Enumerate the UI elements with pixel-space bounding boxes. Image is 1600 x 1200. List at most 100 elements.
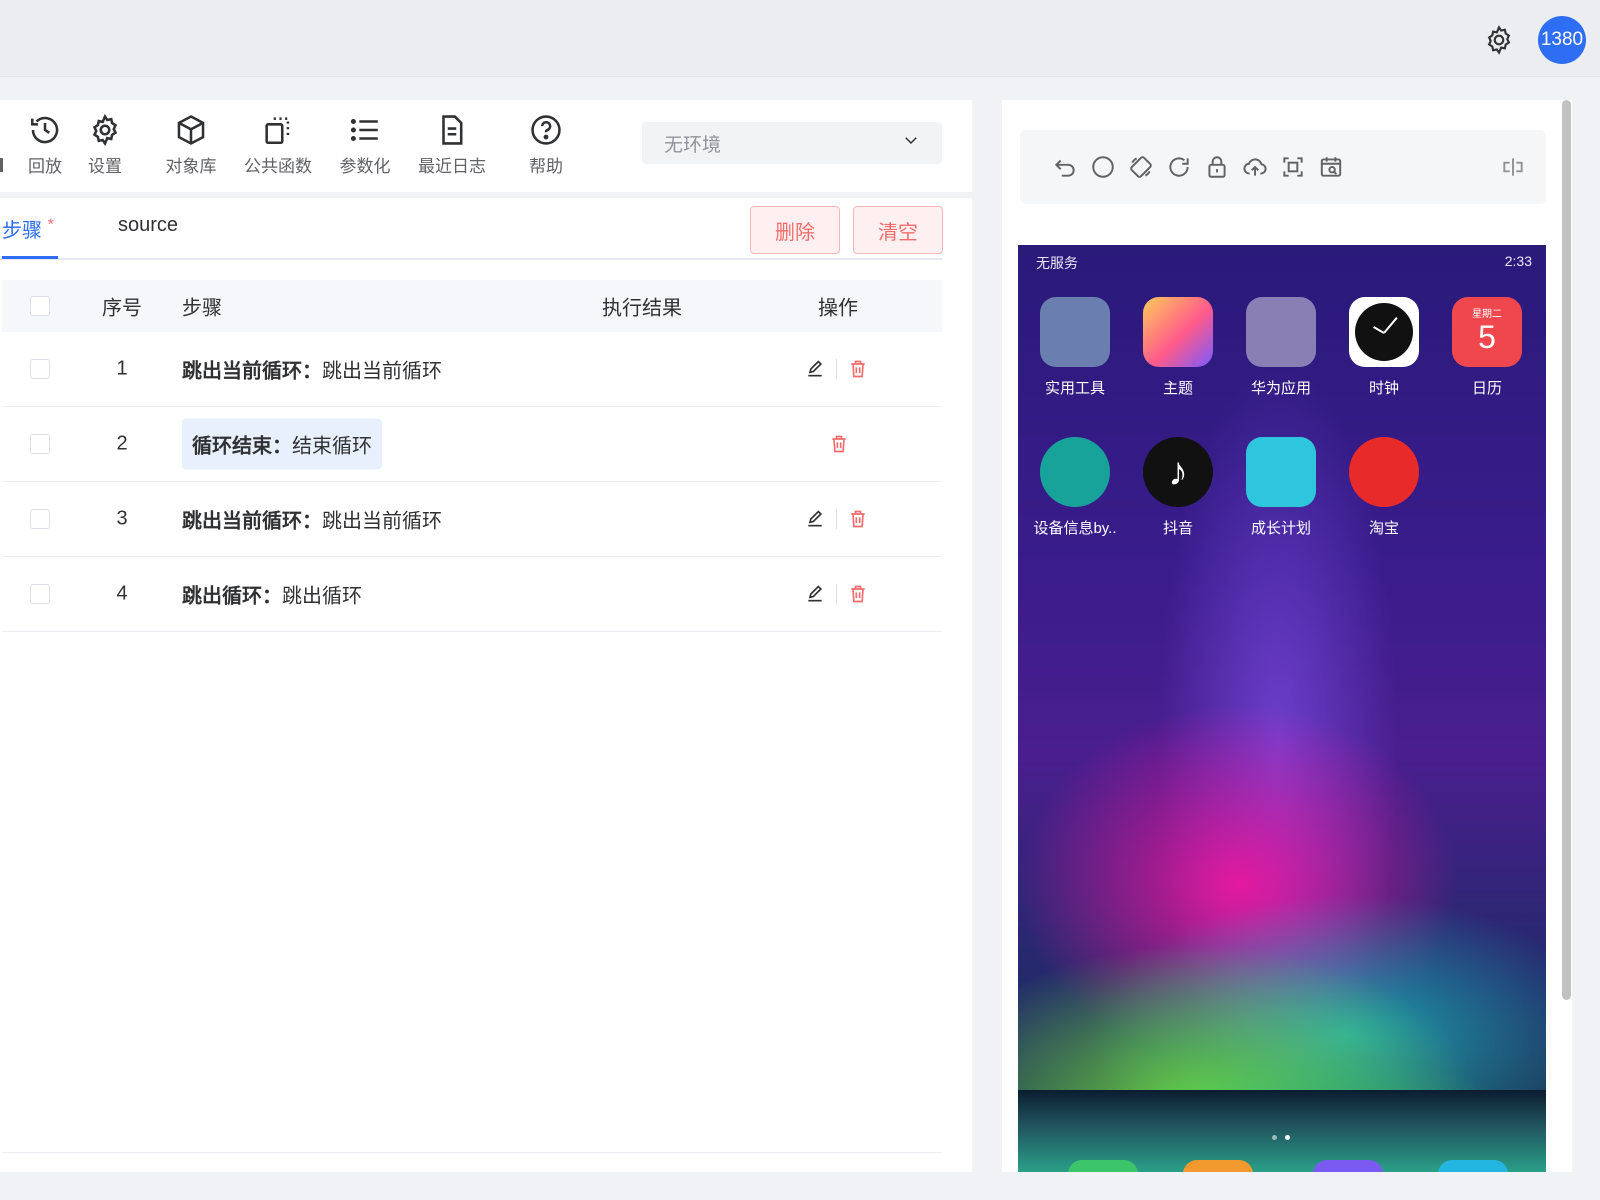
toolbar-public-functions[interactable]: 公共函数 — [238, 112, 318, 177]
step-text: 跳出循环：跳出循环 — [182, 580, 362, 609]
device-info-icon — [1040, 437, 1110, 507]
tab-bar: 步骤 * source 删除 清空 — [0, 198, 943, 260]
clear-button[interactable]: 清空 — [853, 206, 943, 254]
step-description: 跳出当前循环 — [322, 360, 442, 383]
environment-select[interactable]: 无环境 — [642, 122, 942, 164]
split-view-icon[interactable] — [1500, 154, 1526, 180]
step-type: 跳出循环： — [182, 585, 282, 608]
app-name: 华为应用 — [1250, 380, 1311, 397]
app-name: 淘宝 — [1368, 520, 1399, 537]
screenshot-icon[interactable] — [1280, 154, 1306, 180]
step-text: 跳出当前循环：跳出当前循环 — [182, 355, 442, 384]
lock-icon[interactable] — [1204, 154, 1230, 180]
app-utilities[interactable]: 实用工具 — [1032, 297, 1118, 398]
row-index: 1 — [116, 357, 128, 380]
table-row[interactable]: 2 循环结束：结束循环 — [2, 407, 942, 482]
app-huawei-apps[interactable]: 华为应用 — [1238, 297, 1324, 398]
toolbar-parameterize[interactable]: 参数化 — [325, 112, 405, 177]
dock-app-browser[interactable] — [1438, 1160, 1508, 1172]
page-dot-active — [1285, 1135, 1290, 1140]
device-screen[interactable]: 无服务 2:33 实用工具 主题 华为应用 时钟 星期二 5 日历 设备信息by… — [1018, 245, 1546, 1172]
table-row[interactable]: 3 跳出当前循环：跳出当前循环 — [2, 482, 942, 557]
trash-icon[interactable] — [847, 508, 869, 530]
tab-source[interactable]: source — [118, 214, 178, 237]
toolbar-settings[interactable]: 设置 — [65, 112, 145, 177]
app-name: 主题 — [1162, 380, 1193, 397]
toolbar-label: 公共函数 — [244, 157, 312, 176]
column-header-op: 操作 — [818, 297, 858, 320]
app-growth-plan[interactable]: 成长计划 — [1238, 437, 1324, 538]
toolbar-label: 参数化 — [339, 157, 391, 176]
edit-icon[interactable] — [804, 583, 826, 605]
row-checkbox[interactable] — [30, 509, 50, 529]
folder-icon — [1246, 297, 1316, 367]
app-device-info[interactable]: 设备信息by.. — [1032, 437, 1118, 538]
row-checkbox[interactable] — [30, 584, 50, 604]
tab-source-label: source — [118, 214, 179, 236]
app-name: 实用工具 — [1044, 380, 1105, 397]
toolbar-help[interactable]: 帮助 — [506, 112, 586, 177]
sprout-icon — [1246, 437, 1316, 507]
document-icon — [434, 112, 470, 148]
app-douyin[interactable]: ♪ 抖音 — [1135, 437, 1221, 538]
app-name: 成长计划 — [1250, 520, 1311, 537]
settings-gear-icon[interactable] — [1483, 24, 1515, 56]
app-taobao[interactable]: 淘宝 — [1341, 437, 1427, 538]
column-header-index: 序号 — [102, 297, 142, 320]
edit-icon[interactable] — [804, 358, 826, 380]
upload-cloud-icon[interactable] — [1242, 154, 1268, 180]
calendar-date: 5 — [1478, 319, 1496, 355]
trash-icon[interactable] — [828, 433, 850, 455]
undo-icon[interactable] — [1052, 154, 1078, 180]
row-index: 2 — [116, 432, 128, 455]
taobao-icon — [1349, 437, 1419, 507]
environment-select-value: 无环境 — [664, 134, 722, 156]
tab-steps[interactable]: 步骤 * — [2, 214, 54, 243]
user-avatar[interactable]: 1380 — [1538, 16, 1586, 64]
app-themes[interactable]: 主题 — [1135, 297, 1221, 398]
edit-icon[interactable] — [804, 508, 826, 530]
calendar-icon: 星期二 5 — [1452, 297, 1522, 367]
delete-button[interactable]: 删除 — [750, 206, 840, 254]
calendar-search-icon[interactable] — [1318, 154, 1344, 180]
dock-app-contacts[interactable] — [1183, 1160, 1253, 1172]
history-icon — [27, 112, 63, 148]
chevron-down-icon — [902, 131, 920, 155]
step-text-highlighted: 循环结束：结束循环 — [182, 418, 382, 470]
action-divider — [836, 359, 837, 379]
cube-icon — [173, 112, 209, 148]
list-icon — [347, 112, 383, 148]
rotate-icon[interactable] — [1128, 154, 1154, 180]
table-row[interactable]: 1 跳出当前循环：跳出当前循环 — [2, 332, 942, 407]
toolbar-label: 帮助 — [529, 157, 563, 176]
truncated-toolbar-item — [0, 158, 3, 172]
help-icon — [528, 112, 564, 148]
row-actions — [828, 433, 850, 455]
app-clock[interactable]: 时钟 — [1341, 297, 1427, 398]
home-circle-icon[interactable] — [1090, 154, 1116, 180]
top-header: 1380 — [0, 0, 1600, 77]
row-checkbox[interactable] — [30, 434, 50, 454]
trash-icon[interactable] — [847, 358, 869, 380]
step-type: 跳出当前循环： — [182, 510, 322, 533]
steps-panel: 步骤 * source 删除 清空 序号 步骤 执行结果 操作 1 跳出当前循环… — [0, 198, 972, 1172]
theme-brush-icon — [1143, 297, 1213, 367]
select-all-checkbox[interactable] — [30, 296, 50, 316]
table-row[interactable]: 4 跳出循环：跳出循环 — [2, 557, 942, 632]
vertical-scrollbar[interactable] — [1562, 100, 1571, 1000]
toolbar-object-library[interactable]: 对象库 — [151, 112, 231, 177]
required-marker: * — [47, 216, 54, 234]
toolbar-label: 设置 — [88, 157, 122, 176]
toolbar-recent-logs[interactable]: 最近日志 — [412, 112, 492, 177]
dock-app-phone[interactable] — [1068, 1160, 1138, 1172]
tiktok-icon: ♪ — [1143, 437, 1213, 507]
trash-icon[interactable] — [847, 583, 869, 605]
toolbar-label: 回放 — [28, 157, 62, 176]
toolbar-label: 对象库 — [165, 157, 217, 176]
calendar-weekday: 星期二 — [1472, 309, 1502, 320]
step-description: 结束循环 — [292, 435, 372, 458]
row-checkbox[interactable] — [30, 359, 50, 379]
app-calendar[interactable]: 星期二 5 日历 — [1444, 297, 1530, 398]
refresh-icon[interactable] — [1166, 154, 1192, 180]
dock-app-messages[interactable] — [1313, 1160, 1383, 1172]
